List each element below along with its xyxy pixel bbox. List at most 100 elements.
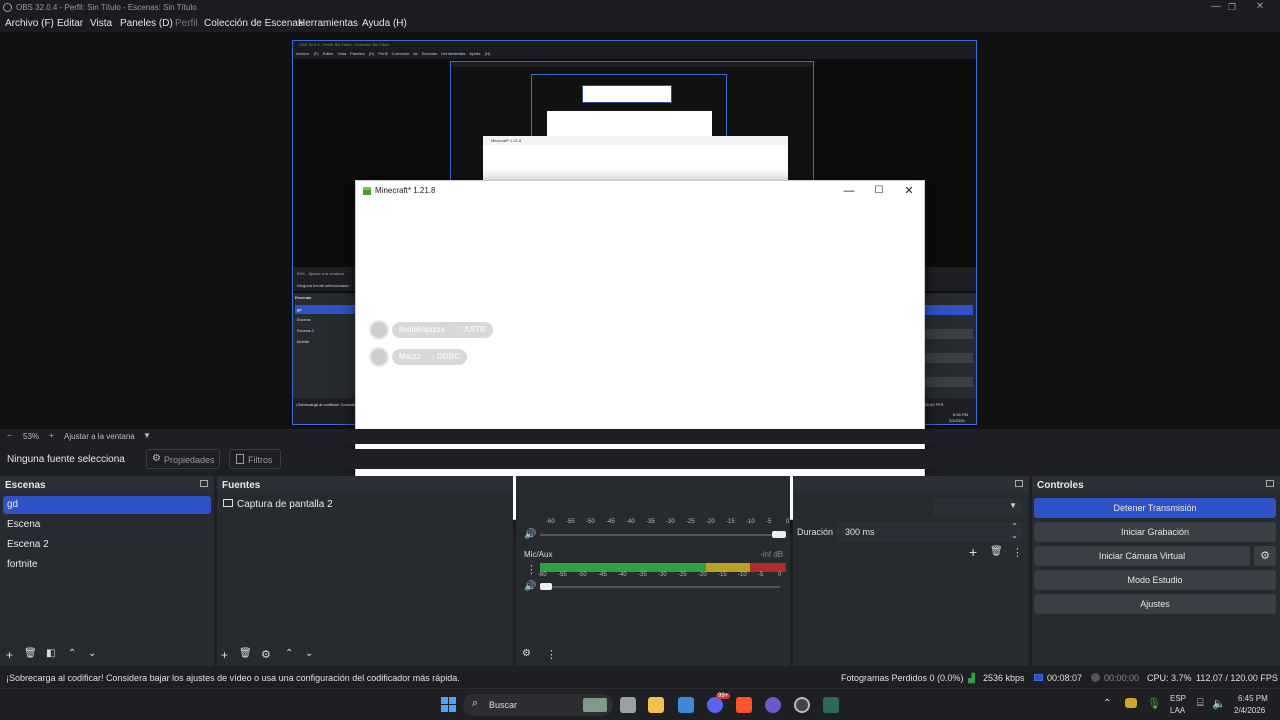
minecraft-window[interactable]: Minecraft* 1.21.8 — ☐ ✕ itsdiekopizza ♡ A… xyxy=(355,180,925,520)
trash-icon[interactable]: 🗑 xyxy=(990,546,1003,557)
minecraft-taskbar-icon[interactable] xyxy=(823,697,839,713)
trash-icon[interactable]: 🗑 xyxy=(24,648,37,659)
scenes-panel: Escenas gd Escena Escena 2 fortnite + 🗑 … xyxy=(0,476,214,666)
volume-slider-track[interactable] xyxy=(540,586,780,588)
language-indicator[interactable]: ESP xyxy=(1170,694,1186,703)
file-explorer-icon[interactable] xyxy=(648,697,664,713)
mic-icon[interactable]: 🎙 xyxy=(1147,697,1161,710)
speaker-icon[interactable]: 🔊 xyxy=(524,529,536,540)
app-icon[interactable] xyxy=(765,697,781,713)
add-icon[interactable]: + xyxy=(6,648,13,662)
move-down-icon[interactable]: ⌄ xyxy=(305,648,313,659)
menu-coleccion-escenas[interactable]: Colección de Escenas xyxy=(204,18,303,29)
fit-to-window-label[interactable]: Ajustar a la ventana xyxy=(64,432,135,441)
trash-icon[interactable]: 🗑 xyxy=(239,648,252,659)
taskbar-search[interactable]: ⌕ Buscar xyxy=(463,694,613,716)
menu-perfil[interactable]: Perfil xyxy=(175,18,198,29)
stop-streaming-button[interactable]: Detener Transmisión xyxy=(1034,498,1276,518)
tray-app-icon[interactable] xyxy=(1125,698,1137,708)
clock-date[interactable]: 2/4/2026 xyxy=(1234,706,1265,715)
monitor-icon xyxy=(223,499,233,507)
close-icon[interactable]: ✕ xyxy=(1240,0,1280,16)
minimize-icon[interactable]: — xyxy=(834,183,864,199)
transitions-panel: ▼ Duración 300 ms ⌃ ⌄ + 🗑 ⋮ xyxy=(793,476,1029,666)
menu-archivo[interactable]: Archivo (F) xyxy=(5,18,54,29)
task-view-icon[interactable] xyxy=(620,697,636,713)
volume-slider-handle[interactable] xyxy=(540,583,552,590)
scenes-header: Escenas xyxy=(0,476,214,493)
move-down-icon[interactable]: ⌄ xyxy=(88,648,96,659)
chevron-up-icon[interactable]: ⌃ xyxy=(1103,698,1111,709)
transition-select[interactable]: ▼ xyxy=(933,498,1023,516)
filter-icon[interactable]: ◧ xyxy=(46,648,55,659)
volume-slider-handle[interactable] xyxy=(772,531,786,538)
settings-button[interactable]: Ajustes xyxy=(1034,594,1276,614)
kebab-menu-icon[interactable]: ⋮ xyxy=(1012,546,1023,559)
gear-icon[interactable]: ⚙ xyxy=(261,648,271,661)
clock-time[interactable]: 6:45 PM xyxy=(1238,694,1268,703)
scenes-footer: + 🗑 ◧ ⌃ ⌄ xyxy=(0,644,214,666)
start-recording-button[interactable]: Iniciar Grabación xyxy=(1034,522,1276,542)
store-icon[interactable] xyxy=(678,697,694,713)
maximize-icon[interactable]: ☐ xyxy=(864,183,894,199)
audio-mixer-panel: -60 -55 -50 -45 -40 -35 -30 -25 -20 -15 … xyxy=(516,476,790,666)
move-up-icon[interactable]: ⌃ xyxy=(285,648,293,659)
speaker-icon[interactable]: 🔊 xyxy=(524,581,536,592)
dropped-frames: Fotogramas Perdidos 0 (0.0%) xyxy=(841,673,964,683)
volume-icon[interactable]: 🔈 xyxy=(1212,697,1226,710)
close-icon[interactable]: ✕ xyxy=(894,183,924,199)
controls-header: Controles xyxy=(1032,476,1280,493)
minecraft-icon xyxy=(363,187,371,195)
stepper-icon[interactable]: ⌃ ⌄ xyxy=(1011,522,1018,540)
signal-icon: ▟ xyxy=(968,673,975,683)
chat-avatar xyxy=(369,320,389,340)
scene-item-escena-2[interactable]: Escena 2 xyxy=(3,536,211,554)
scene-item-fortnite[interactable]: fortnite xyxy=(3,556,211,574)
keyboard-layout[interactable]: LAA xyxy=(1170,706,1185,715)
windows-start-icon[interactable] xyxy=(441,697,457,713)
dock-icon[interactable] xyxy=(1266,480,1274,487)
scene-item-escena[interactable]: Escena xyxy=(3,516,211,534)
filters-button[interactable]: Filtros xyxy=(229,449,281,469)
menu-herramientas[interactable]: Herramientas xyxy=(298,18,358,29)
zoom-out-button[interactable]: − xyxy=(7,431,12,440)
source-item-screen-capture[interactable]: Captura de pantalla 2 xyxy=(237,499,333,510)
window-title: OBS 32.0.4 - Perfil: Sin Título - Escena… xyxy=(16,3,197,12)
zoom-in-button[interactable]: + xyxy=(49,431,54,440)
obs-icon xyxy=(3,3,12,12)
stream-icon xyxy=(1034,674,1043,681)
bitrate: 2536 kbps xyxy=(983,673,1025,683)
duration-input[interactable]: 300 ms ⌃ ⌄ xyxy=(837,522,1023,542)
add-icon[interactable]: + xyxy=(969,544,977,560)
gear-icon[interactable]: ⚙ xyxy=(1254,546,1276,566)
studio-mode-button[interactable]: Modo Estudio xyxy=(1034,570,1276,590)
menu-paneles[interactable]: Paneles (D) xyxy=(120,18,173,29)
search-icon: ⌕ xyxy=(472,697,479,709)
start-virtual-camera-button[interactable]: Iniciar Cámara Virtual xyxy=(1034,546,1250,566)
brave-icon[interactable] xyxy=(736,697,752,713)
menu-ayuda[interactable]: Ayuda (H) xyxy=(362,18,407,29)
sources-header: Fuentes xyxy=(217,476,513,493)
add-icon[interactable]: + xyxy=(221,648,228,662)
minecraft-titlebar[interactable]: Minecraft* 1.21.8 — ☐ ✕ xyxy=(356,181,924,201)
menu-vista[interactable]: Vista xyxy=(90,18,112,29)
windows-taskbar: ⌕ Buscar 99+ ⌃ 🎙 ESP LAA ⌸ 🔈 6:45 PM 2/4… xyxy=(0,688,1280,720)
dock-icon[interactable] xyxy=(1015,480,1023,487)
menu-bar: Archivo (F) Editar Vista Paneles (D) Per… xyxy=(0,16,1280,32)
menu-editar[interactable]: Editar xyxy=(57,18,83,29)
properties-button[interactable]: ⚙ Propiedades xyxy=(146,449,220,469)
dock-icon[interactable] xyxy=(200,480,208,487)
kebab-menu-icon[interactable]: ⋮ xyxy=(546,648,557,661)
search-highlight-icon xyxy=(583,698,607,712)
network-icon[interactable]: ⌸ xyxy=(1197,697,1204,710)
volume-slider-track[interactable] xyxy=(540,534,780,536)
scene-item-gd[interactable]: gd xyxy=(3,496,211,514)
nested-minecraft-window: Minecraft* 1.21.8 xyxy=(483,136,788,181)
discord-icon[interactable] xyxy=(707,697,723,713)
cpu-usage: CPU: 3.7% xyxy=(1147,673,1192,683)
obs-taskbar-icon[interactable] xyxy=(794,697,810,713)
move-up-icon[interactable]: ⌃ xyxy=(68,648,76,659)
chevron-down-icon[interactable]: ▼ xyxy=(143,431,151,440)
advanced-audio-icon[interactable]: ⚙ xyxy=(522,648,531,659)
minecraft-title: Minecraft* 1.21.8 xyxy=(375,186,436,195)
